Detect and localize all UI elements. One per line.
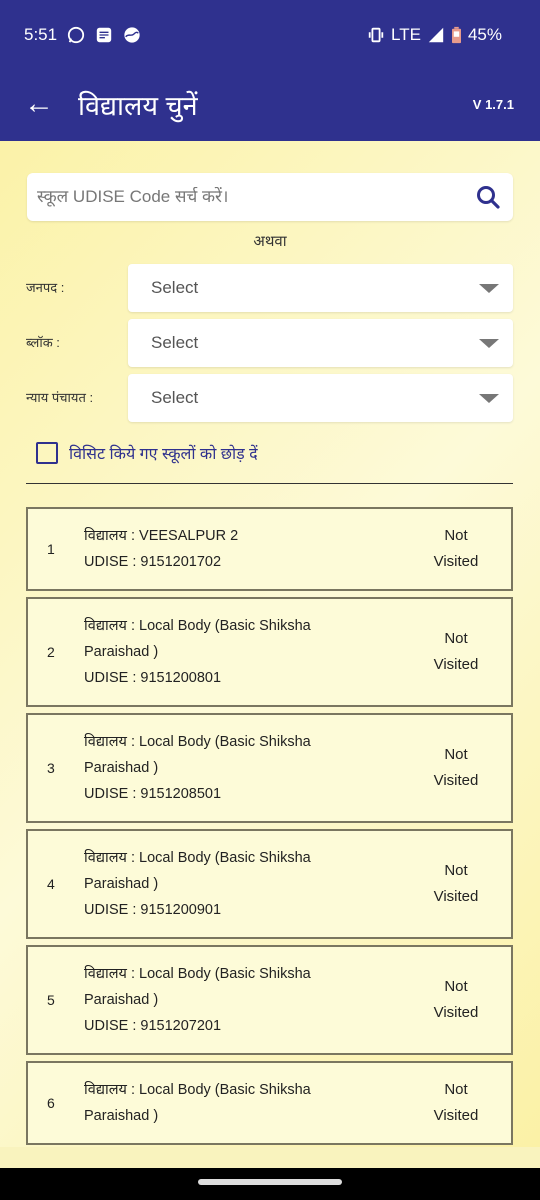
school-number: 1 — [47, 541, 55, 557]
nyay-panchayat-value: Select — [151, 388, 199, 407]
docs-icon — [96, 27, 112, 43]
block-dropdown[interactable]: Select — [128, 319, 513, 367]
district-filter-row: जनपद : Select — [0, 264, 540, 312]
status-time: 5:51 — [24, 25, 58, 44]
signal-icon — [428, 27, 444, 43]
school-number: 6 — [47, 1095, 55, 1111]
network-type: LTE — [391, 25, 421, 44]
skip-visited-label: विसिट किये गए स्कूलों को छोड़ दें — [69, 446, 258, 463]
school-number: 4 — [47, 876, 55, 892]
school-name: विद्यालय : Local Body (Basic Shiksha Par… — [84, 850, 311, 892]
dropdown-caret-icon — [479, 283, 499, 293]
school-name: विद्यालय : Local Body (Basic Shiksha Par… — [84, 734, 311, 776]
school-name: विद्यालय : Local Body (Basic Shiksha Par… — [84, 618, 311, 660]
search-icon[interactable] — [475, 184, 501, 210]
status-bar: 5:51 LTE 45% — [24, 20, 502, 50]
main-content: अथवा जनपद : Select ब्लॉक : Select न्याय … — [0, 141, 540, 1147]
whatsapp-icon — [67, 26, 85, 44]
or-label: अथवा — [253, 233, 287, 250]
udise-search-input[interactable] — [37, 187, 475, 207]
battery-low-icon — [451, 26, 461, 44]
school-list-item[interactable]: 6 विद्यालय : Local Body (Basic Shiksha Pa… — [26, 1061, 513, 1145]
school-list-item[interactable]: 1 विद्यालय : VEESALPUR 2 UDISE : 915120170… — [26, 507, 513, 591]
visit-status: Not Visited — [433, 978, 479, 1021]
nyay-panchayat-label: न्याय पंचायत : — [26, 390, 94, 405]
navigation-bar — [0, 1168, 540, 1200]
school-number: 5 — [47, 992, 55, 1008]
school-list-item[interactable]: 2 विद्यालय : Local Body (Basic Shiksha Pa… — [26, 597, 513, 707]
school-name: विद्यालय : Local Body (Basic Shiksha Par… — [84, 1082, 311, 1124]
school-udise: UDISE : 9151200901 — [84, 902, 222, 918]
home-handle[interactable] — [198, 1179, 342, 1185]
nyay-panchayat-filter-row: न्याय पंचायत : Select — [0, 374, 540, 422]
dropdown-caret-icon — [479, 393, 499, 403]
school-list-item[interactable]: 4 विद्यालय : Local Body (Basic Shiksha Pa… — [26, 829, 513, 939]
dropdown-caret-icon — [479, 338, 499, 348]
bottom-strip — [0, 1147, 540, 1168]
page-title: विद्यालय चुनें — [78, 90, 198, 121]
school-list: 1 विद्यालय : VEESALPUR 2 UDISE : 915120170… — [26, 507, 513, 1147]
battery-percent: 45% — [467, 25, 502, 44]
app-bar: 5:51 LTE 45% ← विद्यालय चुनें V 1.7.1 — [0, 0, 540, 141]
visit-status: Not Visited — [433, 630, 479, 673]
vibrate-icon — [368, 27, 384, 43]
school-udise: UDISE : 9151208501 — [84, 786, 222, 802]
skip-visited-checkbox[interactable] — [36, 442, 58, 464]
school-udise: UDISE : 9151201702 — [84, 554, 222, 570]
visit-status: Not Visited — [433, 1081, 479, 1124]
district-value: Select — [151, 278, 199, 297]
toolbar: ← विद्यालय चुनें V 1.7.1 — [0, 82, 540, 126]
district-dropdown[interactable]: Select — [128, 264, 513, 312]
back-arrow-icon[interactable]: ← — [24, 89, 54, 119]
udise-search-box — [27, 173, 513, 221]
nyay-panchayat-dropdown[interactable]: Select — [128, 374, 513, 422]
divider — [26, 483, 513, 484]
skip-visited-checkbox-row[interactable]: विसिट किये गए स्कूलों को छोड़ दें — [36, 442, 258, 464]
school-number: 3 — [47, 760, 55, 776]
visit-status: Not Visited — [433, 527, 479, 570]
school-udise: UDISE : 9151200801 — [84, 670, 222, 686]
block-label: ब्लॉक : — [26, 335, 60, 350]
visit-status: Not Visited — [433, 746, 479, 789]
app-version: V 1.7.1 — [472, 96, 514, 112]
weather-icon — [124, 27, 140, 43]
school-number: 2 — [47, 644, 55, 660]
visit-status: Not Visited — [433, 862, 479, 905]
school-list-item[interactable]: 3 विद्यालय : Local Body (Basic Shiksha Pa… — [26, 713, 513, 823]
district-label: जनपद : — [26, 280, 65, 295]
school-name: विद्यालय : Local Body (Basic Shiksha Par… — [84, 966, 311, 1008]
school-list-item[interactable]: 5 विद्यालय : Local Body (Basic Shiksha Pa… — [26, 945, 513, 1055]
block-value: Select — [151, 333, 199, 352]
school-name: विद्यालय : VEESALPUR 2 — [84, 528, 239, 544]
block-filter-row: ब्लॉक : Select — [0, 319, 540, 367]
school-udise: UDISE : 9151207201 — [84, 1018, 222, 1034]
